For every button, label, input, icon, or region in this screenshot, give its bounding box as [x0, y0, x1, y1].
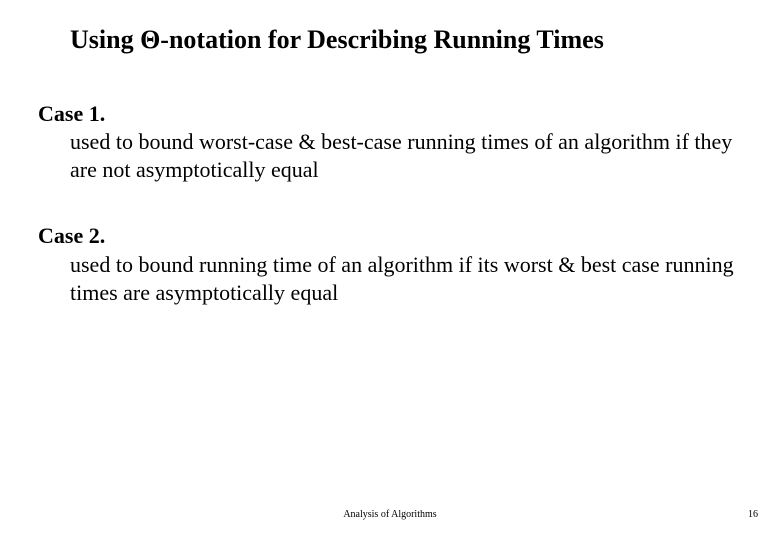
case-block-2: Case 2. used to bound running time of an…	[38, 222, 742, 306]
slide: Using Θ-notation for Describing Running …	[0, 0, 780, 540]
footer-text: Analysis of Algorithms	[0, 509, 780, 520]
case-block-1: Case 1. used to bound worst-case & best-…	[38, 100, 742, 184]
case-2-label: Case 2.	[38, 222, 742, 250]
page-number: 16	[748, 509, 758, 520]
case-2-description: used to bound running time of an algorit…	[70, 251, 742, 307]
case-1-label: Case 1.	[38, 100, 742, 128]
slide-body: Case 1. used to bound worst-case & best-…	[38, 100, 742, 345]
slide-title: Using Θ-notation for Describing Running …	[70, 24, 740, 55]
case-1-description: used to bound worst-case & best-case run…	[70, 128, 742, 184]
